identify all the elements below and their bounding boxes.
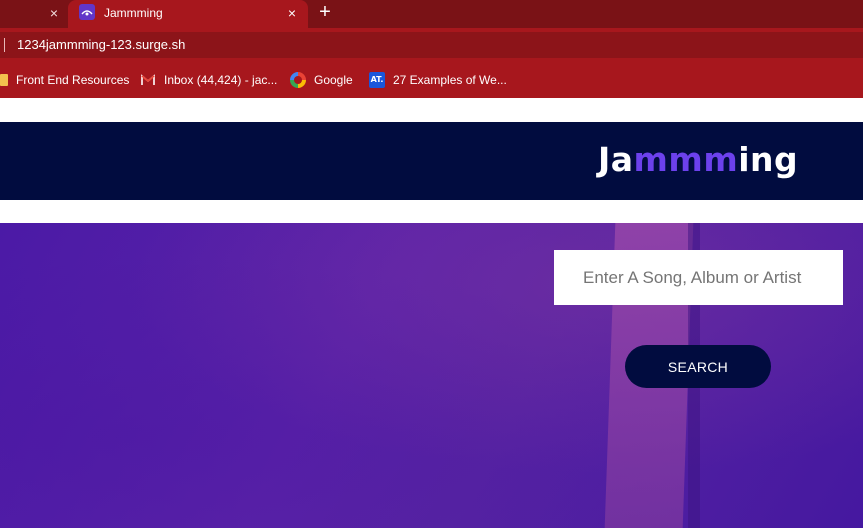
google-icon [290,72,306,88]
tab-jammming[interactable]: Jammming × [68,0,308,28]
tab-strip: × Jammming × + [0,0,863,28]
logo-part-2: mmm [633,140,739,179]
search-button[interactable]: SEARCH [625,345,771,388]
close-icon[interactable]: × [46,5,62,21]
app-logo: Jammming [598,140,798,179]
app-header: Jammming [0,122,863,200]
bookmarks-bar: Front End Resources Inbox (44,424) - jac… [0,62,863,98]
bookmark-front-end-resources[interactable]: Front End Resources [0,72,129,88]
jammming-favicon-icon [79,4,95,20]
text-caret [4,38,5,52]
folder-icon [0,74,8,86]
address-bar[interactable]: 1234jammming-123.surge.sh [0,32,863,58]
page-content: Jammming [0,98,863,528]
new-tab-icon[interactable]: + [314,2,336,24]
logo-part-3: ing [738,140,799,179]
search-input[interactable] [554,250,843,305]
at-icon: AT. [369,72,385,88]
close-icon[interactable]: × [284,5,300,21]
bookmark-label: Google [314,73,353,87]
tab-previous[interactable]: × [0,0,68,28]
gmail-icon [140,72,156,88]
logo-part-1: Ja [598,140,634,179]
bookmark-label: 27 Examples of We... [393,73,507,87]
bookmark-inbox[interactable]: Inbox (44,424) - jac... [140,72,277,88]
url-text[interactable]: 1234jammming-123.surge.sh [17,37,185,52]
address-bar-row: 1234jammming-123.surge.sh [0,28,863,62]
bookmark-27-examples[interactable]: AT. 27 Examples of We... [369,72,507,88]
bookmark-label: Inbox (44,424) - jac... [164,73,278,87]
bookmark-label: Front End Resources [16,73,130,87]
bookmark-google[interactable]: Google [290,72,353,88]
tab-title: Jammming [104,6,163,20]
